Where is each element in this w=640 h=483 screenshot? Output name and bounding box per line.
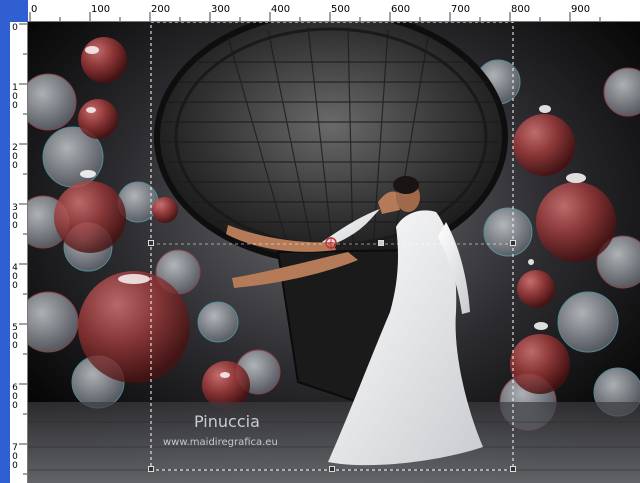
ruler-h-label-200: 200 xyxy=(151,4,171,15)
ruler-v-label-300: 3 0 0 xyxy=(12,203,18,231)
move-center-icon[interactable] xyxy=(324,236,338,250)
selection-handle-bottom[interactable] xyxy=(329,466,335,472)
selection-handle-right[interactable] xyxy=(510,240,516,246)
ruler-h-label-100: 100 xyxy=(91,4,111,15)
ruler-v-label-500: 5 0 0 xyxy=(12,323,18,351)
ruler-h-label-700: 700 xyxy=(451,4,471,15)
selection-marquee[interactable] xyxy=(28,22,640,483)
selection-handle-bottom-left[interactable] xyxy=(148,466,154,472)
rotation-handle[interactable] xyxy=(378,240,384,246)
ruler-h-label-300: 300 xyxy=(211,4,231,15)
ruler-v-label-700: 7 0 0 xyxy=(12,443,18,471)
ruler-v-label-200: 2 0 0 xyxy=(12,143,18,171)
selection-handle-bottom-right[interactable] xyxy=(510,466,516,472)
selection-handle-left[interactable] xyxy=(148,240,154,246)
ruler-v-label-0: 0 xyxy=(12,23,18,33)
ruler-h-label-400: 400 xyxy=(271,4,291,15)
ruler-v-label-400: 4 0 0 xyxy=(12,263,18,291)
ruler-h-label-800: 800 xyxy=(511,4,531,15)
ruler-h-label-600: 600 xyxy=(391,4,411,15)
image-canvas[interactable]: Pinuccia www.maidiregrafica.eu xyxy=(28,22,640,483)
horizontal-ruler[interactable]: 0 100 200 300 400 500 600 700 800 900 xyxy=(28,0,640,22)
ruler-h-label-500: 500 xyxy=(331,4,351,15)
ruler-v-label-100: 1 0 0 xyxy=(12,83,18,111)
vertical-ruler[interactable]: 0 1 0 0 2 0 0 3 0 0 4 0 0 5 0 0 6 0 0 7 … xyxy=(0,22,28,483)
ruler-corner xyxy=(0,0,28,22)
ruler-v-label-600: 6 0 0 xyxy=(12,383,18,411)
ruler-h-label-0: 0 xyxy=(31,4,38,15)
ruler-h-label-900: 900 xyxy=(571,4,591,15)
